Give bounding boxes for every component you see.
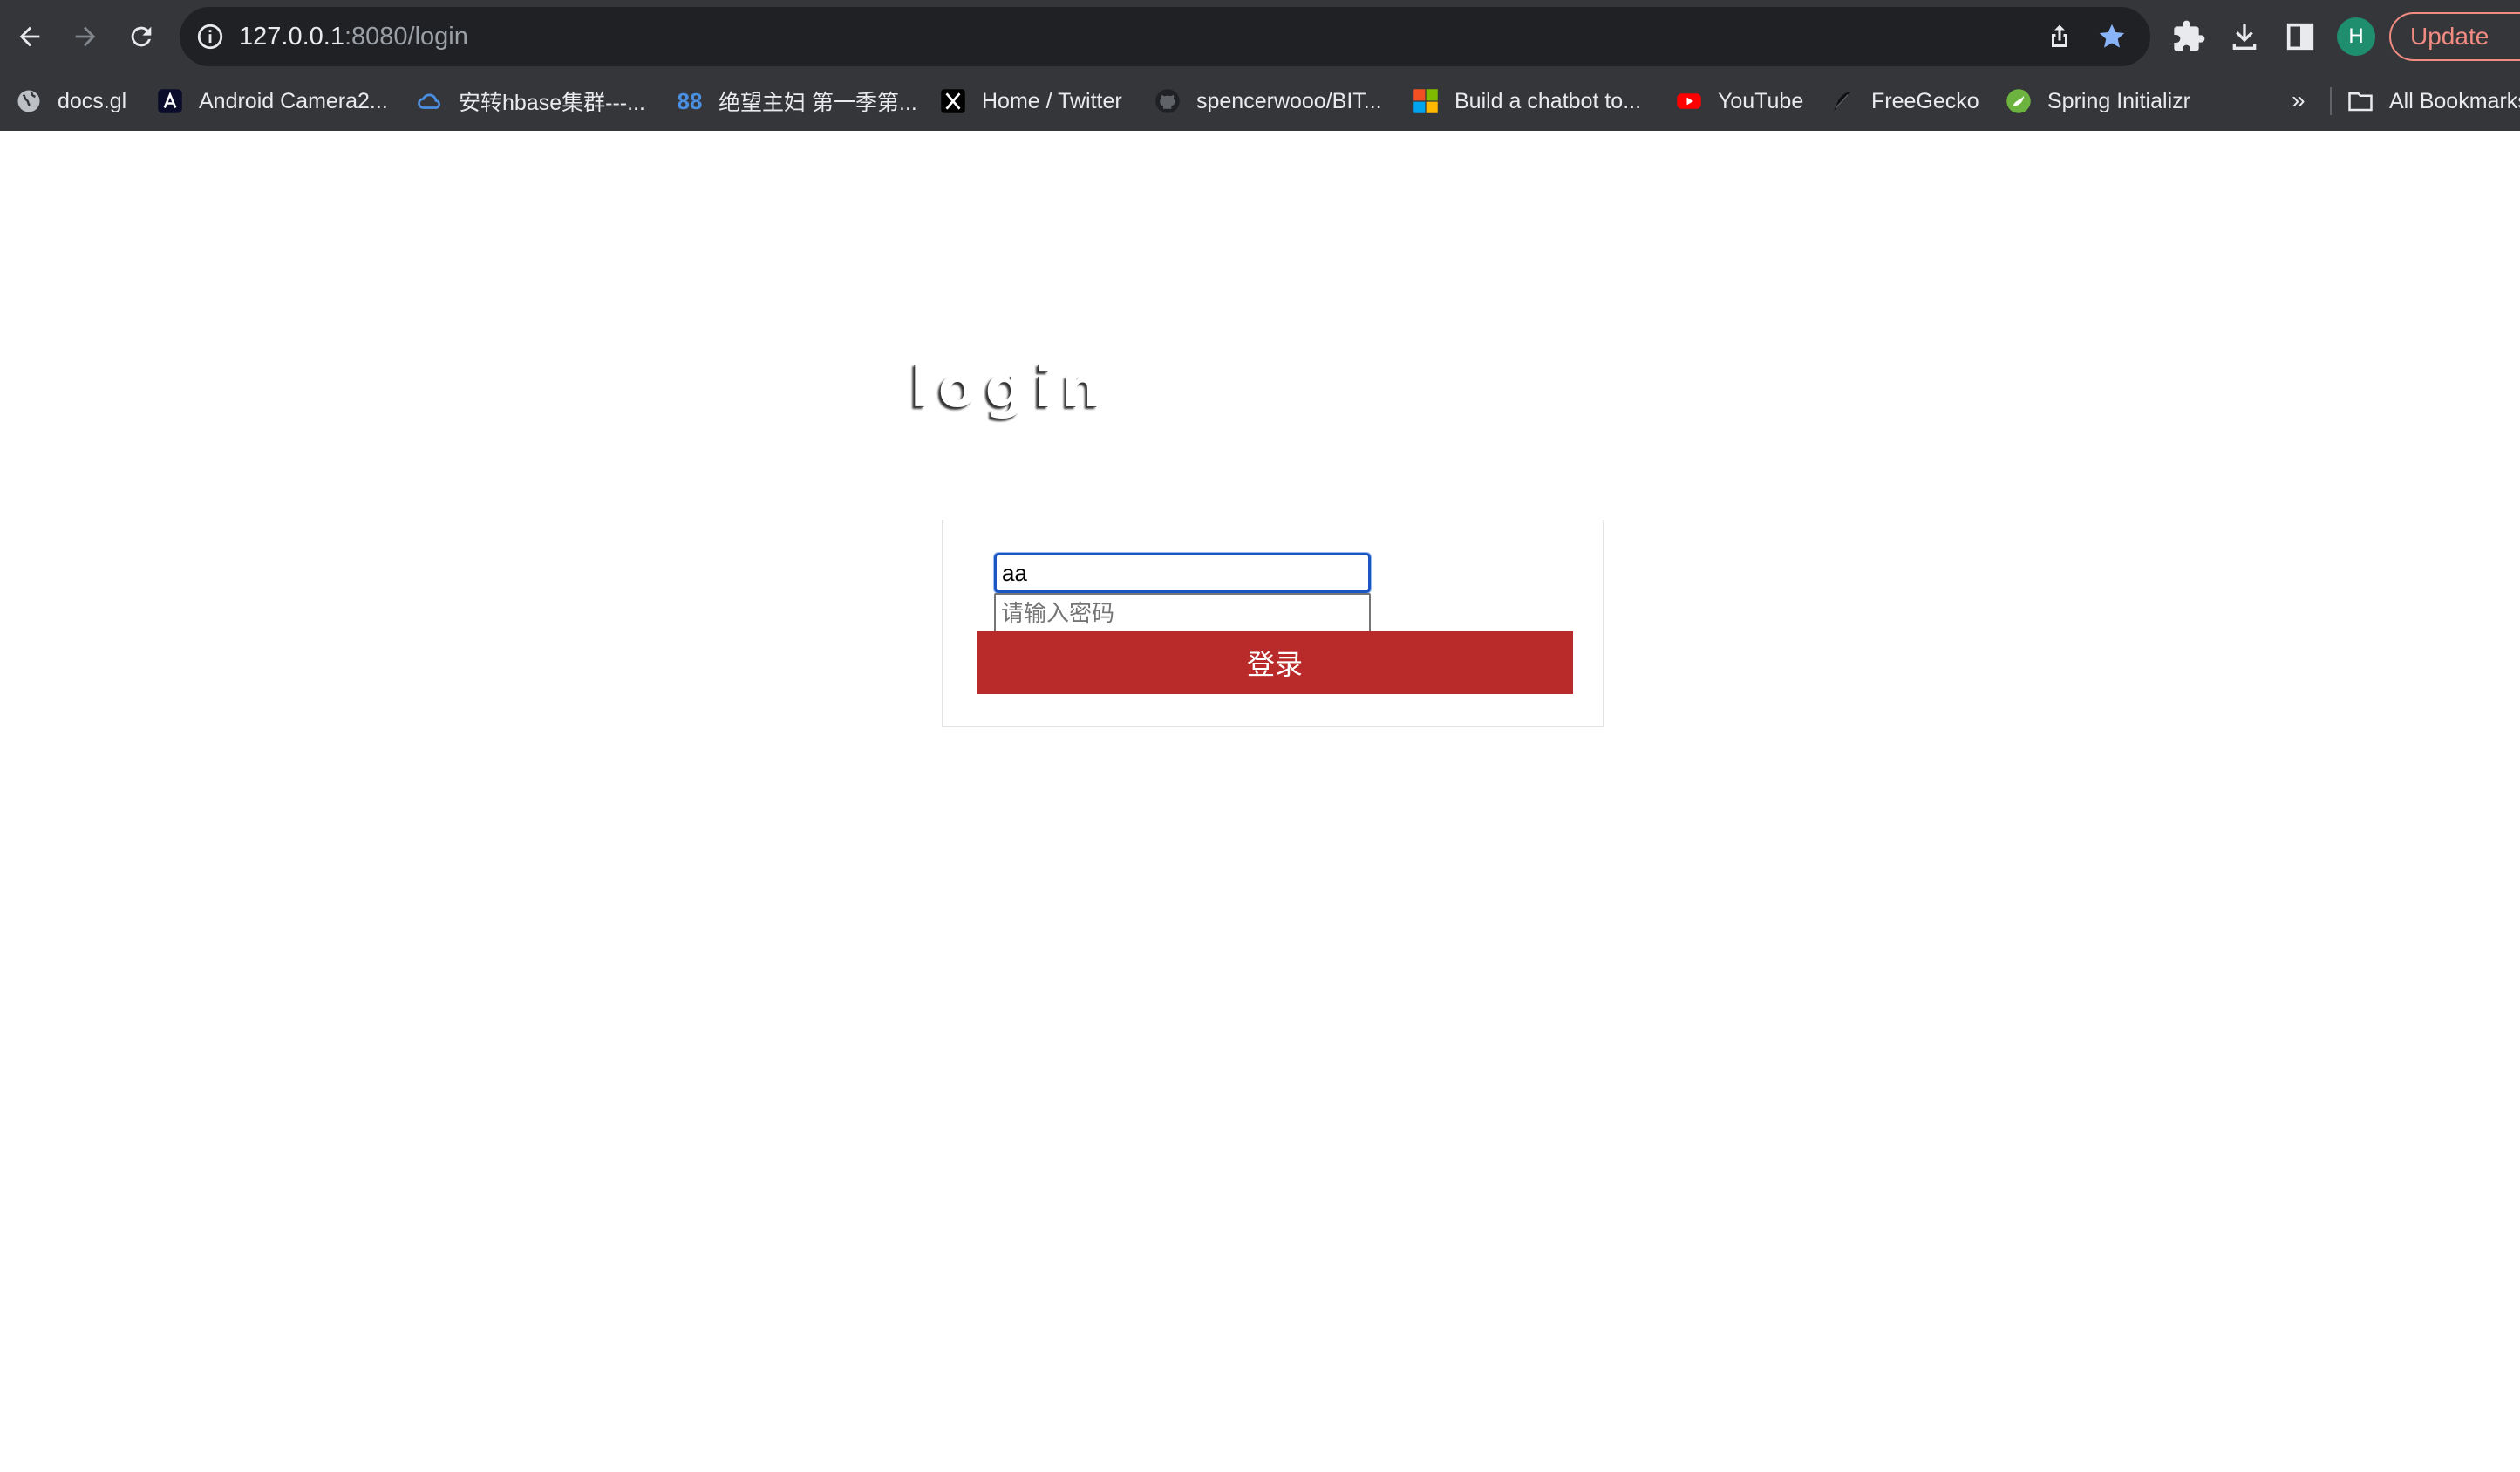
bookmark-label: FreeGecko xyxy=(1871,88,1979,113)
site-info-icon[interactable] xyxy=(195,22,225,51)
cloud-icon xyxy=(417,88,443,114)
arrow-left-icon xyxy=(19,26,40,47)
bookmark-label: 绝望主妇 第一季第... xyxy=(719,91,917,115)
browser-chrome: 127.0.0.1:8080/login H Update docs.gl An… xyxy=(0,0,2520,131)
all-bookmarks-folder[interactable]: All Bookmarks xyxy=(2347,78,2520,124)
bookmark-android-camera2[interactable]: Android Camera2... xyxy=(157,78,388,124)
spring-icon xyxy=(2006,88,2032,114)
youtube-icon xyxy=(1676,88,1702,114)
more-bookmarks-button[interactable]: » xyxy=(2292,78,2305,124)
x-icon xyxy=(940,88,966,114)
url-host: 127.0.0.1 xyxy=(239,23,344,51)
microsoft-icon xyxy=(1413,88,1439,114)
login-form: 登录 xyxy=(942,520,1604,727)
bookmark-freegecko[interactable]: FreeGecko xyxy=(1829,78,1979,124)
reload-icon xyxy=(131,26,152,47)
bookmark-label: 安转hbase集群---... xyxy=(459,91,645,115)
back-button[interactable] xyxy=(10,17,49,56)
password-input[interactable] xyxy=(994,593,1371,633)
browser-toolbar: 127.0.0.1:8080/login H Update xyxy=(0,0,2520,73)
profile-avatar[interactable]: H xyxy=(2337,17,2375,56)
bookmark-twitter[interactable]: Home / Twitter xyxy=(940,78,1122,124)
bookmark-youtube[interactable]: YouTube xyxy=(1676,78,1803,124)
page-content: login 登录 xyxy=(0,131,2520,1472)
github-icon xyxy=(1154,88,1181,114)
bookmark-label: Build a chatbot to... xyxy=(1454,88,1642,113)
url-path: :8080/login xyxy=(344,23,468,51)
bookmark-build-chatbot[interactable]: Build a chatbot to... xyxy=(1413,78,1641,124)
bookmark-hbase[interactable]: 安转hbase集群---... xyxy=(417,78,645,124)
feather-icon xyxy=(1829,88,1856,114)
bookmark-desperate-housewives[interactable]: 88 绝望主妇 第一季第... xyxy=(677,78,917,124)
url-text[interactable]: 127.0.0.1:8080/login xyxy=(239,7,468,66)
address-bar[interactable]: 127.0.0.1:8080/login xyxy=(180,7,2150,66)
side-panel-icon[interactable] xyxy=(2283,19,2318,54)
bookmark-label: All Bookmarks xyxy=(2389,88,2520,113)
bookmark-label: spencerwooo/BIT... xyxy=(1196,88,1382,113)
bookmark-label: Home / Twitter xyxy=(982,88,1122,113)
bookmarks-bar: docs.gl Android Camera2... 安转hbase集群---.… xyxy=(0,78,2520,124)
folder-icon xyxy=(2347,88,2374,114)
extensions-icon[interactable] xyxy=(2171,19,2206,54)
bookmark-label: YouTube xyxy=(1718,88,1804,113)
bookmarks-divider xyxy=(2330,87,2332,115)
bookmark-label: Android Camera2... xyxy=(199,88,388,113)
bookmark-spring-initializr[interactable]: Spring Initializr xyxy=(2006,78,2190,124)
bookmark-label: Spring Initializr xyxy=(2047,88,2190,113)
arrow-right-icon xyxy=(75,26,96,47)
download-icon[interactable] xyxy=(2227,19,2262,54)
globe-icon xyxy=(16,88,42,114)
update-button[interactable]: Update xyxy=(2389,12,2520,61)
username-input[interactable] xyxy=(994,553,1371,593)
bookmark-star-icon[interactable] xyxy=(2096,21,2128,52)
reload-button[interactable] xyxy=(122,17,160,56)
bookmark-label: docs.gl xyxy=(58,88,127,113)
bookmark-github[interactable]: spencerwooo/BIT... xyxy=(1154,78,1382,124)
88-icon: 88 xyxy=(677,87,703,114)
page-title: login xyxy=(910,356,1111,420)
bookmark-docs-gl[interactable]: docs.gl xyxy=(16,78,126,124)
forward-button[interactable] xyxy=(66,17,105,56)
android-studio-icon xyxy=(157,88,183,114)
share-icon[interactable] xyxy=(2044,21,2075,52)
login-button[interactable]: 登录 xyxy=(977,631,1573,694)
